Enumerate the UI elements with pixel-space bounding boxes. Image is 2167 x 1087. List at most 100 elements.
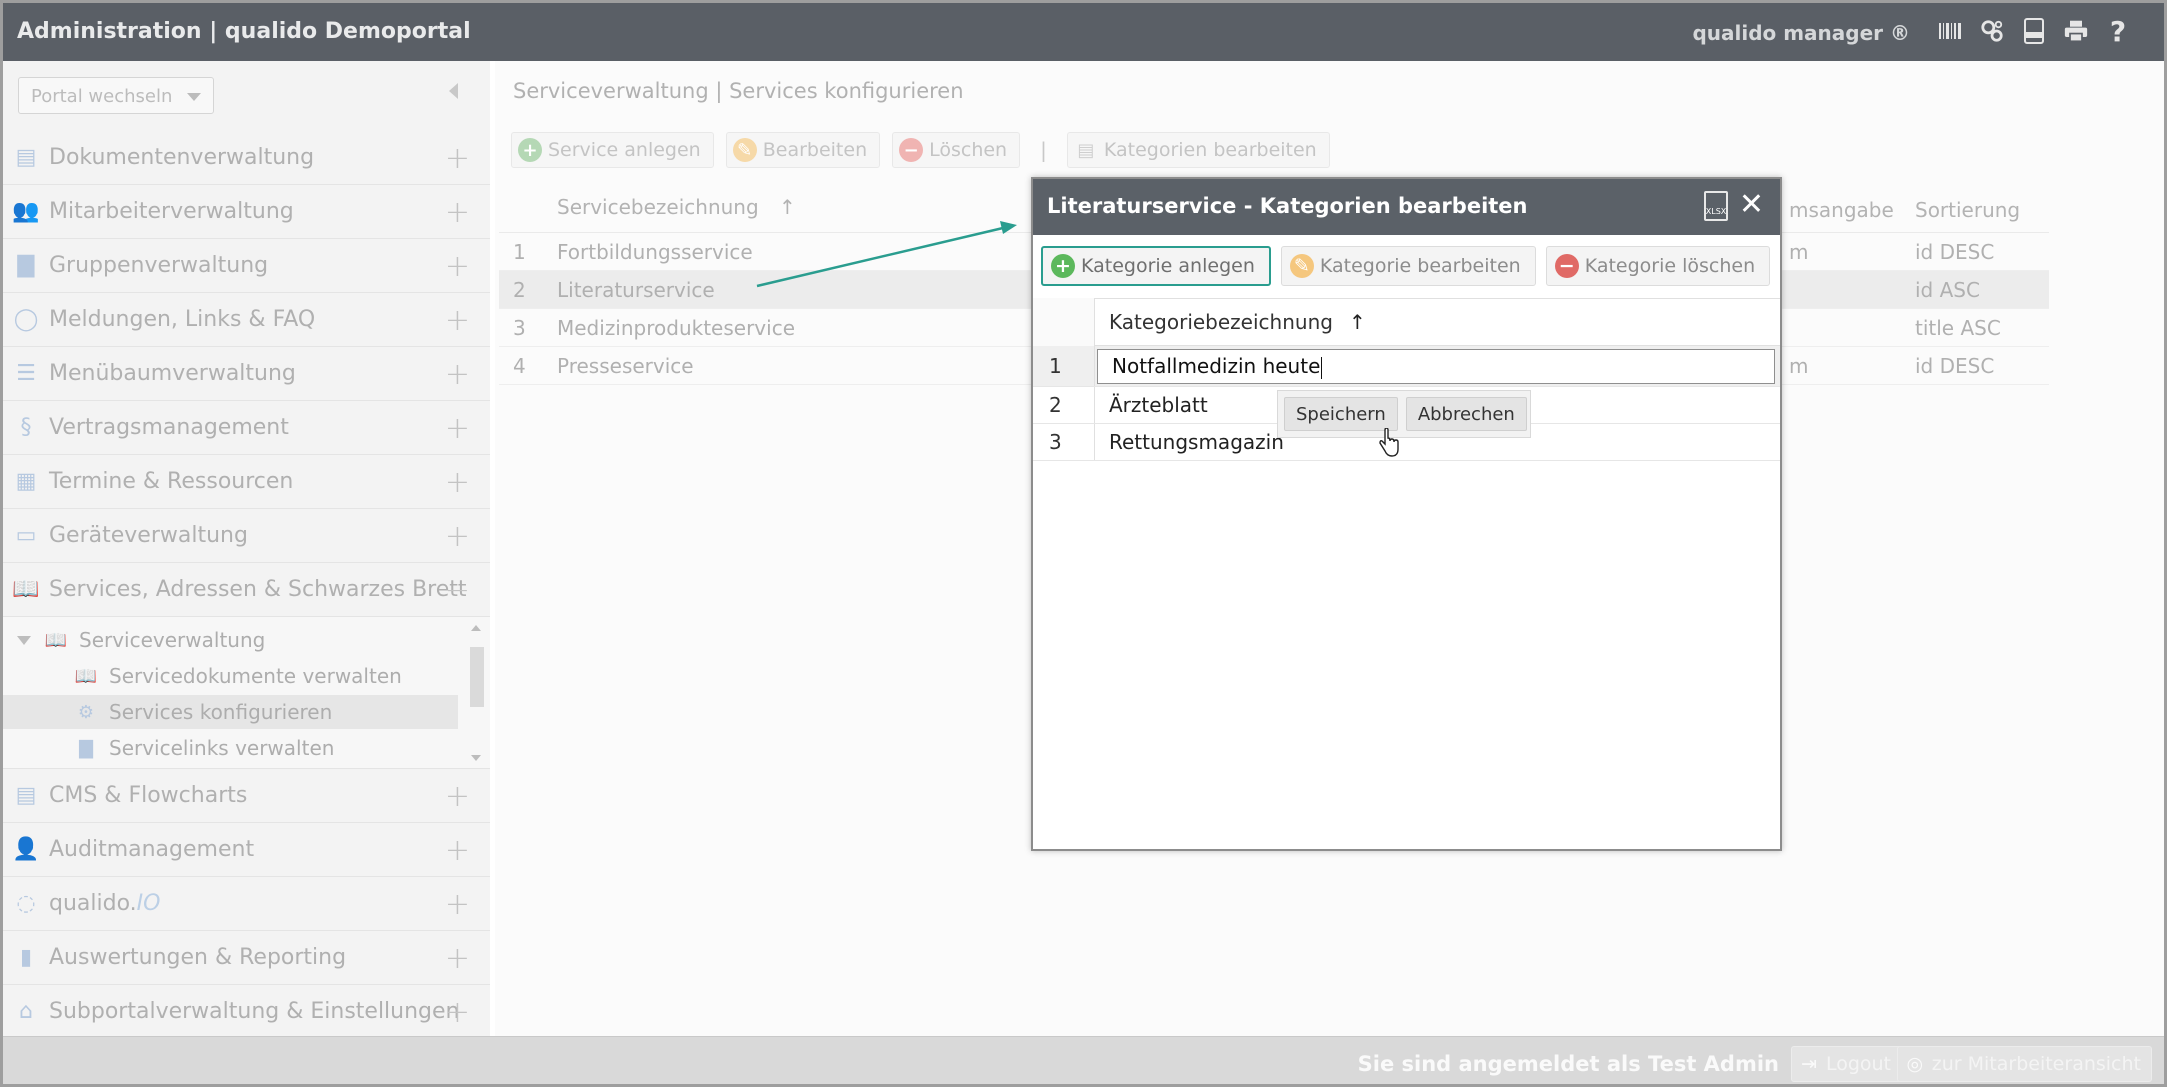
sidebar-item-meldungen[interactable]: ◯ Meldungen, Links & FAQ + bbox=[3, 293, 490, 347]
sort-arrow-icon: ↑ bbox=[1348, 310, 1366, 334]
sidebar-item-label: Menübaumverwaltung bbox=[49, 361, 296, 386]
close-icon[interactable]: ✕ bbox=[1739, 187, 1764, 222]
row-name: Rettungsmagazin bbox=[1109, 430, 1284, 454]
expand-plus-icon[interactable]: + bbox=[445, 411, 470, 446]
add-service-button[interactable]: + Service anlegen bbox=[511, 132, 714, 168]
row-number: 1 bbox=[513, 239, 526, 264]
sidebar-item-qualido-io[interactable]: ◌ qualido. IO + bbox=[3, 877, 490, 931]
expand-plus-icon[interactable]: + bbox=[445, 357, 470, 392]
table-header: Kategoriebezeichnung ↑ bbox=[1033, 298, 1780, 346]
xlsx-export-icon[interactable] bbox=[2022, 17, 2046, 45]
sidebar-item-services[interactable]: 📖 Services, Adressen & Schwarzes Brett − bbox=[3, 563, 490, 617]
bar-chart-icon: ▮ bbox=[19, 945, 33, 970]
sidebar-item-mitarbeiterverwaltung[interactable]: 👥 Mitarbeiterverwaltung + bbox=[3, 185, 490, 239]
expand-plus-icon[interactable]: + bbox=[445, 195, 470, 230]
sidebar-item-dokumentenverwaltung[interactable]: ▤ Dokumentenverwaltung + bbox=[3, 131, 490, 185]
column-header-sortierung[interactable]: Sortierung bbox=[1915, 198, 2020, 222]
qualido-io-icon: ◌ bbox=[16, 891, 36, 916]
pencil-circle-icon: ✎ bbox=[732, 138, 757, 162]
sidebar-item-termine[interactable]: ▦ Termine & Ressourcen + bbox=[3, 455, 490, 509]
logout-button[interactable]: ⇥ Logout bbox=[1790, 1046, 1902, 1082]
expand-plus-icon[interactable]: + bbox=[445, 303, 470, 338]
scrollbar-thumb[interactable] bbox=[470, 647, 484, 707]
logout-icon: ⇥ bbox=[1800, 1053, 1817, 1075]
add-category-button[interactable]: + Kategorie anlegen bbox=[1041, 246, 1271, 286]
collapse-sidebar-icon[interactable] bbox=[449, 83, 458, 99]
button-label: Logout bbox=[1825, 1053, 1891, 1075]
subtree-item-services-konfigurieren[interactable]: ⚙ Services konfigurieren bbox=[3, 695, 458, 729]
column-header-datumsangabe[interactable]: msangabe bbox=[1789, 198, 1894, 222]
employee-view-button[interactable]: ◎ zur Mitarbeiteransicht bbox=[1896, 1046, 2152, 1082]
sidebar-subtree: 📖 Serviceverwaltung 📖 Servicedokumente v… bbox=[3, 617, 490, 769]
paragraph-icon: § bbox=[20, 415, 32, 440]
book-icon: 📖 bbox=[74, 665, 98, 687]
sidebar-item-gruppenverwaltung[interactable]: ▇ Gruppenverwaltung + bbox=[3, 239, 490, 293]
edit-category-button[interactable]: ✎ Kategorie bearbeiten bbox=[1280, 246, 1536, 286]
edit-categories-button[interactable]: ▤ Kategorien bearbeiten bbox=[1066, 132, 1330, 168]
column-header-servicebezeichnung[interactable]: Servicebezeichnung ↑ bbox=[547, 195, 1017, 219]
button-label: Kategorien bearbeiten bbox=[1103, 139, 1317, 161]
row-name: Ärzteblatt bbox=[1109, 393, 1208, 417]
group-folder-icon: ▇ bbox=[17, 253, 35, 278]
subtree-item-servicelinks[interactable]: ▇ Servicelinks verwalten bbox=[3, 731, 458, 765]
sidebar-item-auswertungen[interactable]: ▮ Auswertungen & Reporting + bbox=[3, 931, 490, 985]
subtree-label: Services konfigurieren bbox=[109, 700, 333, 724]
sidebar-item-geraeteverwaltung[interactable]: ▭ Geräteverwaltung + bbox=[3, 509, 490, 563]
book-icon: 📖 bbox=[12, 577, 40, 602]
print-icon[interactable] bbox=[2064, 17, 2088, 45]
expand-plus-icon[interactable]: + bbox=[445, 249, 470, 284]
subtree-label: Servicedokumente verwalten bbox=[109, 664, 402, 688]
column-header-kategoriebezeichnung[interactable]: Kategoriebezeichnung bbox=[1095, 310, 1333, 334]
row-date: m bbox=[1789, 239, 1809, 264]
sidebar-item-cms[interactable]: ▤ CMS & Flowcharts + bbox=[3, 769, 490, 823]
categories-dialog: Literaturservice - Kategorien bearbeiten… bbox=[1031, 177, 1782, 851]
expand-plus-icon[interactable]: + bbox=[445, 833, 470, 868]
sidebar-item-label: Dokumentenverwaltung bbox=[49, 145, 315, 170]
expand-plus-icon[interactable]: + bbox=[445, 887, 470, 922]
expand-plus-icon[interactable]: + bbox=[445, 141, 470, 176]
table-row-editing[interactable]: 1 Notfallmedizin heute bbox=[1033, 346, 1780, 387]
sidebar-item-menuebaum[interactable]: ☰ Menübaumverwaltung + bbox=[3, 347, 490, 401]
expand-plus-icon[interactable]: + bbox=[445, 995, 470, 1030]
save-button[interactable]: Speichern bbox=[1284, 397, 1398, 431]
gears-icon[interactable] bbox=[1980, 17, 2004, 45]
toolbar-separator: | bbox=[1040, 138, 1047, 162]
subtree-scrollbar[interactable] bbox=[468, 621, 484, 765]
cancel-button[interactable]: Abbrechen bbox=[1405, 397, 1527, 431]
plus-circle-icon: + bbox=[1051, 254, 1075, 278]
subtree-item-servicedokumente[interactable]: 📖 Servicedokumente verwalten bbox=[3, 659, 458, 693]
input-value: Notfallmedizin heute bbox=[1112, 354, 1321, 378]
sidebar-item-label: Mitarbeiterverwaltung bbox=[49, 199, 294, 224]
delete-category-button[interactable]: − Kategorie löschen bbox=[1545, 246, 1771, 286]
sidebar-item-vertragsmanagement[interactable]: § Vertragsmanagement + bbox=[3, 401, 490, 455]
category-name-input[interactable]: Notfallmedizin heute bbox=[1097, 349, 1775, 384]
row-edit-popup: Speichern Abbrechen bbox=[1277, 390, 1531, 438]
qualido-io-icon: ◎ bbox=[1906, 1053, 1924, 1075]
subtree-label: Servicelinks verwalten bbox=[109, 736, 335, 760]
book-icon: 📖 bbox=[44, 629, 68, 651]
chevron-down-icon bbox=[187, 93, 201, 101]
delete-button[interactable]: − Löschen bbox=[892, 132, 1021, 168]
row-number: 3 bbox=[1033, 424, 1095, 460]
text-cursor bbox=[1321, 356, 1323, 379]
expand-plus-icon[interactable]: + bbox=[445, 519, 470, 554]
sidebar-item-label: Subportalverwaltung & Einstellungen bbox=[49, 999, 460, 1024]
sidebar-item-subportal[interactable]: ⌂ Subportalverwaltung & Einstellungen + bbox=[3, 985, 490, 1039]
subtree-item-serviceverwaltung[interactable]: 📖 Serviceverwaltung bbox=[3, 623, 458, 657]
expand-plus-icon[interactable]: + bbox=[445, 941, 470, 976]
expand-plus-icon[interactable]: + bbox=[445, 465, 470, 500]
collapse-minus-icon[interactable]: − bbox=[445, 573, 470, 608]
product-name: qualido manager ® bbox=[1692, 21, 1910, 45]
expand-plus-icon[interactable]: + bbox=[445, 779, 470, 814]
help-icon[interactable]: ? bbox=[2106, 15, 2130, 48]
top-header: Administration | qualido Demoportal qual… bbox=[3, 3, 2164, 61]
xlsx-export-icon[interactable]: XLSX bbox=[1704, 191, 1728, 221]
barcode-icon[interactable] bbox=[1938, 17, 1962, 45]
portal-switch-select[interactable]: Portal wechseln bbox=[18, 77, 214, 114]
home-icon: ⌂ bbox=[19, 999, 33, 1024]
chat-icon: ◯ bbox=[13, 307, 39, 332]
minus-circle-icon: − bbox=[1554, 254, 1579, 278]
edit-button[interactable]: ✎ Bearbeiten bbox=[725, 132, 881, 168]
row-sort: id DESC bbox=[1915, 353, 1995, 378]
sidebar-item-audit[interactable]: 👤 Auditmanagement + bbox=[3, 823, 490, 877]
